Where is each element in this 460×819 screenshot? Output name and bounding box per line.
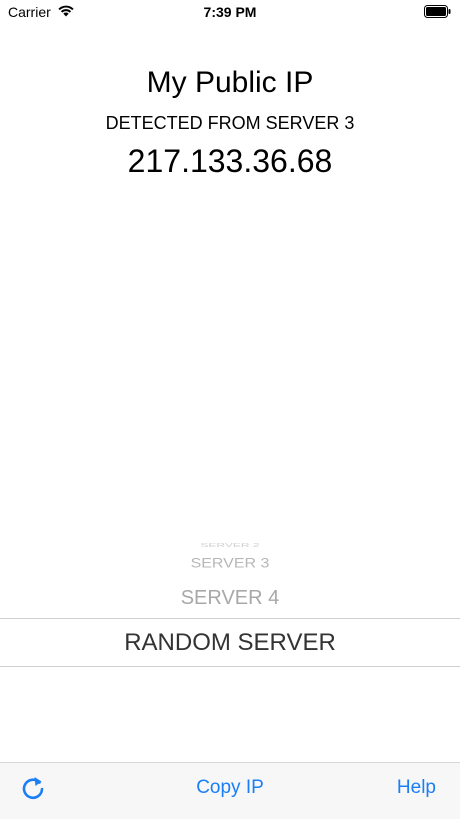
page-title: My Public IP bbox=[146, 66, 314, 99]
picker-item[interactable]: SERVER 2 bbox=[0, 542, 460, 548]
picker-item[interactable]: SERVER 4 bbox=[0, 587, 460, 610]
detected-from-label: DETECTED FROM SERVER 3 bbox=[105, 113, 355, 133]
help-button[interactable]: Help bbox=[397, 777, 436, 799]
battery-icon bbox=[424, 5, 452, 23]
copy-ip-button[interactable]: Copy IP bbox=[0, 777, 460, 799]
picker-selected-item[interactable]: RANDOM SERVER bbox=[0, 618, 460, 667]
status-bar: Carrier 7:39 PM bbox=[0, 0, 460, 26]
picker-item[interactable]: SERVER 3 bbox=[0, 556, 460, 571]
public-ip-value: 217.133.36.68 bbox=[127, 143, 333, 179]
bottom-toolbar: Copy IP Help bbox=[0, 762, 460, 819]
status-time: 7:39 PM bbox=[203, 4, 257, 20]
server-picker[interactable]: SERVER 2 SERVER 3 SERVER 4 RANDOM SERVER bbox=[0, 535, 460, 695]
